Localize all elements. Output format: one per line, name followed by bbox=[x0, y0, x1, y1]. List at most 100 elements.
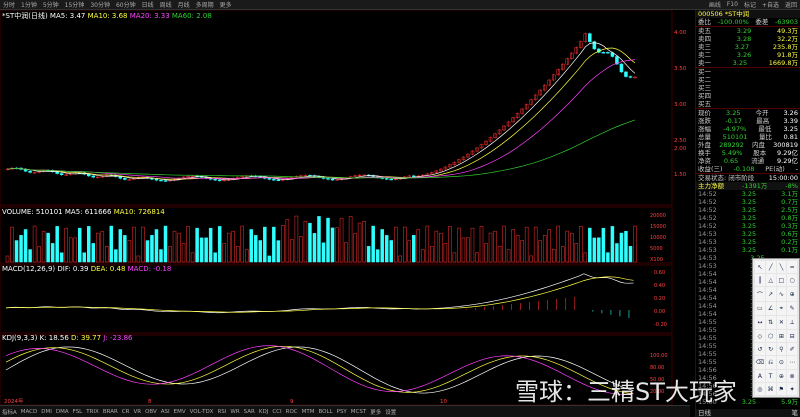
drawing-tool-icon[interactable]: ↻ bbox=[765, 343, 776, 355]
drawing-tool-icon[interactable]: ┃ bbox=[755, 274, 765, 286]
drawing-tool-icon[interactable]: ⊙ bbox=[776, 356, 787, 369]
indicator-tab[interactable]: 指标A bbox=[0, 408, 19, 416]
drawing-tool-icon[interactable]: ✐ bbox=[787, 343, 797, 355]
indicator-tab[interactable]: MTM bbox=[300, 409, 317, 415]
indicator-tab[interactable]: CCI bbox=[270, 409, 283, 415]
drawing-tool-icon[interactable]: △ bbox=[765, 274, 776, 286]
indicator-tab[interactable]: RSI bbox=[215, 409, 228, 415]
period-tab[interactable]: 1分钟 bbox=[18, 0, 40, 9]
tab-daily[interactable]: 日线 bbox=[698, 409, 711, 417]
topbar-action[interactable]: +自选 bbox=[759, 0, 782, 9]
drawing-tool-icon[interactable]: ⊞ bbox=[776, 330, 787, 342]
volume-bar bbox=[366, 246, 371, 263]
indicator-tab[interactable]: 设置 bbox=[383, 408, 398, 416]
drawing-tool-icon[interactable]: ▭ bbox=[755, 302, 765, 315]
period-tab[interactable]: 60分钟 bbox=[113, 0, 139, 9]
drawing-tool-icon[interactable]: ✦ bbox=[787, 383, 797, 395]
indicator-tab[interactable]: WR bbox=[228, 409, 241, 415]
drawing-tool-icon[interactable]: ⌫ bbox=[755, 356, 765, 369]
drawing-tool-icon[interactable]: ↔ bbox=[755, 316, 765, 329]
watermark-text: 雪球：三精ST大玩家 bbox=[515, 378, 737, 406]
volume-bar bbox=[281, 225, 285, 263]
drawing-tool-icon[interactable]: ╲ bbox=[776, 261, 787, 273]
drawing-tool-icon[interactable]: ⚲ bbox=[776, 343, 787, 355]
period-tab[interactable]: 30分钟 bbox=[87, 0, 113, 9]
drawing-tool-icon[interactable]: ⊗ bbox=[787, 370, 797, 382]
drawing-tool-icon[interactable]: ━ bbox=[787, 261, 797, 273]
drawing-tools-palette[interactable]: ↖ ╱ ╲ ━ ┃ △ □ ○ ⌒ ↗ ∿ ⊕ ▭ ∠ ⌖ ✎ ↔ ⇅ ✕ ⟂ ◇ ⬡ ⊞ ⊟ ↺ ↻ ⚲ ✐ ⌫ ⎌ ⊙ ⋯ A T ⊕ ⊗ ◎ ⌘ ⚑ ✦ bbox=[752, 258, 800, 398]
period-tab[interactable]: 周线 bbox=[157, 0, 175, 9]
topbar-action[interactable]: 标记 bbox=[741, 0, 759, 9]
period-tab[interactable]: 分时 bbox=[0, 0, 18, 9]
candle-body bbox=[330, 179, 335, 181]
topbar-action[interactable]: 返回 bbox=[782, 0, 800, 9]
tab-ticks[interactable]: 笔 bbox=[792, 409, 799, 417]
period-tab[interactable]: 更多 bbox=[217, 0, 235, 9]
drawing-tool-icon[interactable]: ◎ bbox=[755, 383, 765, 395]
tick-time: 14:53 bbox=[698, 262, 717, 270]
topbar-action[interactable]: 画线 bbox=[706, 0, 724, 9]
drawing-tool-icon[interactable]: ⎌ bbox=[765, 356, 776, 369]
indicator-tab[interactable]: DMA bbox=[54, 409, 71, 415]
indicator-tab[interactable]: MCST bbox=[349, 409, 368, 415]
drawing-tool-icon[interactable]: A bbox=[755, 370, 765, 382]
drawing-tool-icon[interactable]: ◇ bbox=[755, 330, 765, 342]
drawing-tool-icon[interactable]: ✎ bbox=[787, 302, 797, 315]
drawing-tool-icon[interactable]: ⌒ bbox=[755, 287, 765, 301]
drawing-tool-icon[interactable]: ⇅ bbox=[765, 316, 776, 329]
indicator-tab[interactable]: 更多 bbox=[368, 408, 383, 416]
net-flow-pct: -8% bbox=[785, 182, 798, 190]
indicator-tab[interactable]: FSL bbox=[71, 409, 85, 415]
candle-body bbox=[118, 176, 123, 179]
indicator-tab[interactable]: VOL-TDX bbox=[188, 409, 216, 415]
indicator-tab[interactable]: SAR bbox=[242, 409, 257, 415]
indicator-tab[interactable]: BRAR bbox=[101, 409, 120, 415]
indicator-tab[interactable]: DMI bbox=[39, 409, 54, 415]
drawing-tool-icon[interactable]: ⌖ bbox=[776, 302, 787, 315]
period-tab[interactable]: 多周期 bbox=[193, 0, 217, 9]
period-tab[interactable]: 15分钟 bbox=[62, 0, 88, 9]
macd-tick-label: 0.00 bbox=[654, 309, 665, 315]
period-tab[interactable]: 日线 bbox=[139, 0, 157, 9]
drawing-tool-icon[interactable]: ∠ bbox=[765, 302, 776, 315]
period-tab[interactable]: 月线 bbox=[175, 0, 193, 9]
indicator-tab[interactable]: BOLL bbox=[316, 409, 334, 415]
drawing-tool-icon[interactable]: ○ bbox=[787, 274, 797, 286]
drawing-tool-icon[interactable]: T bbox=[765, 370, 776, 382]
indicator-tab[interactable]: TRIX bbox=[84, 409, 101, 415]
drawing-tool-icon[interactable]: ✕ bbox=[776, 316, 787, 329]
indicator-tab[interactable]: ROC bbox=[284, 409, 300, 415]
indicator-tab[interactable]: OBV bbox=[143, 409, 159, 415]
indicator-tab[interactable]: KDJ bbox=[257, 409, 270, 415]
stat-label: 股本 bbox=[753, 149, 767, 157]
drawing-tool-icon[interactable]: □ bbox=[776, 274, 787, 286]
indicator-tab[interactable]: VR bbox=[131, 409, 143, 415]
drawing-tool-icon[interactable]: ⚑ bbox=[776, 383, 787, 395]
drawing-tool-icon[interactable]: ⊕ bbox=[776, 370, 787, 382]
drawing-tool-icon[interactable]: ⊟ bbox=[787, 330, 797, 342]
drawing-tool-icon[interactable]: ↗ bbox=[765, 287, 776, 301]
volume-bar bbox=[308, 222, 312, 263]
indicator-tab[interactable]: EMV bbox=[172, 409, 188, 415]
drawing-tool-icon[interactable]: ∿ bbox=[776, 287, 787, 301]
tick-time: 14:55 bbox=[698, 318, 717, 326]
sell-volume: 1669.8万 bbox=[768, 59, 798, 67]
topbar-action[interactable]: F10 bbox=[724, 1, 741, 8]
tick-volume: 0.2万 bbox=[781, 238, 798, 246]
indicator-tab[interactable]: MACD bbox=[19, 409, 40, 415]
period-tab[interactable]: 5分钟 bbox=[40, 0, 62, 9]
drawing-tool-icon[interactable]: ↖ bbox=[755, 261, 765, 273]
stock-period-label: *ST中润(日线) bbox=[2, 12, 48, 20]
drawing-tool-icon[interactable]: ⊕ bbox=[787, 287, 797, 301]
indicator-tab[interactable]: CR bbox=[120, 409, 132, 415]
drawing-tool-icon[interactable]: ⟂ bbox=[787, 316, 797, 329]
moving-average-line bbox=[7, 47, 636, 180]
indicator-tab[interactable]: PSY bbox=[335, 409, 349, 415]
drawing-tool-icon[interactable]: ╱ bbox=[765, 261, 776, 273]
drawing-tool-icon[interactable]: ↺ bbox=[755, 343, 765, 355]
drawing-tool-icon[interactable]: ⌘ bbox=[765, 383, 776, 395]
macd-indicator-label: MACD(12,26,9) DIF: 0.39 DEA: 0.48 MACD: … bbox=[2, 265, 171, 273]
drawing-tool-icon[interactable]: ⬡ bbox=[765, 330, 776, 342]
indicator-tab[interactable]: ASI bbox=[159, 409, 172, 415]
drawing-tool-icon[interactable]: ⋯ bbox=[787, 356, 797, 369]
